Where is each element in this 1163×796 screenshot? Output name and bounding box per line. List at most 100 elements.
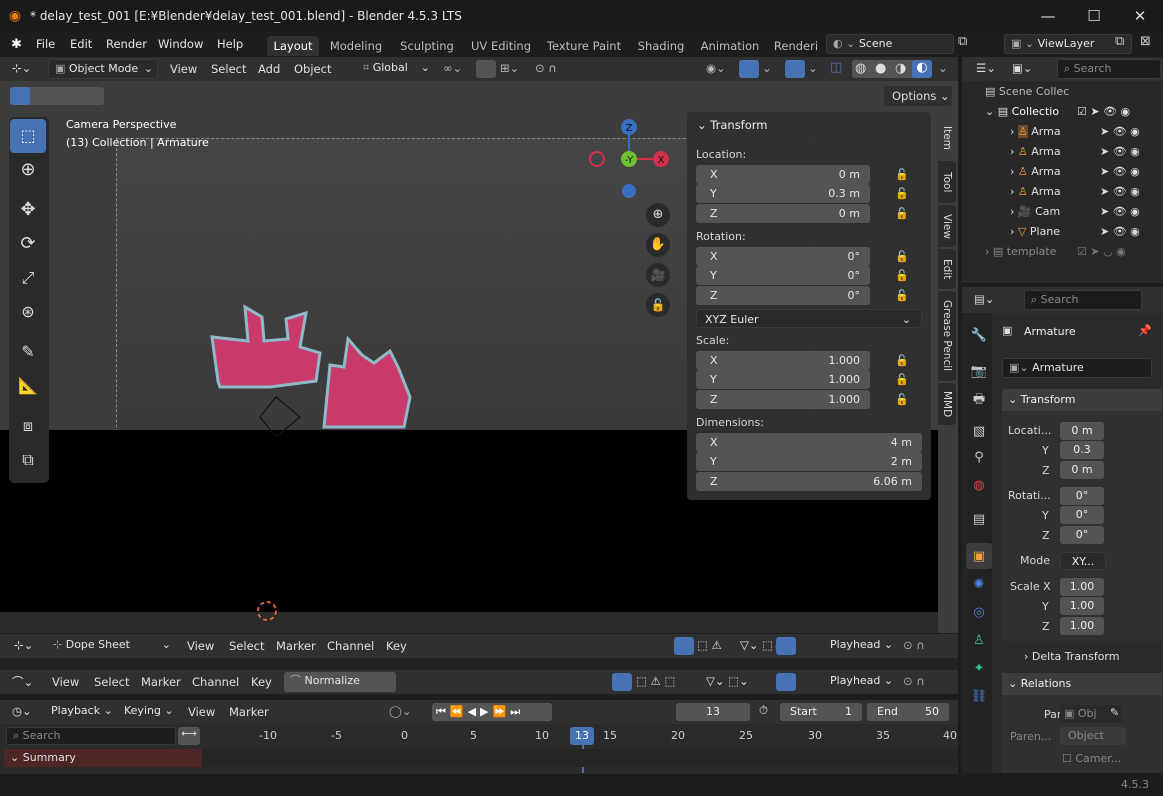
timeline-menu-view[interactable]: View [188,705,215,719]
parent-type-select[interactable]: Object [1060,727,1126,745]
object-data-props-icon[interactable]: ♙ [966,627,992,653]
solid-shading-icon[interactable]: ● [875,61,886,76]
prop-rotation-z[interactable]: 0° [1060,526,1104,544]
bone-props-icon[interactable]: ✦ [966,655,992,681]
timeline-search[interactable]: ⌕ Search [6,727,176,745]
prop-location-y[interactable]: 0.3 [1060,441,1104,459]
viewport-menu-select[interactable]: Select [211,62,246,76]
graph-menu-channel[interactable]: Channel [192,675,239,689]
select-new-icon[interactable] [10,87,30,105]
view-layer-props-icon[interactable]: ▧ [966,418,992,444]
scale-x-field[interactable]: X 1.000 [696,351,870,370]
tab-layout[interactable]: Layout [267,36,319,56]
menu-file[interactable]: File [36,37,55,51]
location-y-field[interactable]: Y 0.3 m [696,184,870,203]
viewport-menu-add[interactable]: Add [258,62,280,76]
tab-item[interactable]: Item [938,117,956,159]
dopesheet-menu-key[interactable]: Key [386,639,407,653]
tab-edit[interactable]: Edit [938,249,956,289]
auto-keying-icon[interactable]: ◯⌄ [389,704,412,718]
keying-menu[interactable]: Keying ⌄ [118,702,180,722]
rotation-mode-select[interactable]: XYZ Euler ⌄ [696,309,922,328]
menu-window[interactable]: Window [158,37,203,51]
outliner-item-armature[interactable]: › ♙ Arma ➤ 👁 ◉ [1010,125,1163,145]
swap-icon[interactable]: ⟷ [178,727,200,745]
snap-target-icon[interactable]: ⊞⌄ [500,61,519,75]
view-layer-selector[interactable]: ▣ ⌄ ViewLayer [1004,34,1132,54]
scene-selector[interactable]: ◐ ⌄ Scene [826,34,954,54]
camera-parent-checkbox[interactable]: ☐ Camer... [1062,752,1121,765]
lock-icon[interactable]: 🔓 [895,250,909,263]
delta-transform-header[interactable]: › Delta Transform [1024,650,1119,663]
add-cube-tool-icon[interactable]: ⧈ [10,409,46,443]
overlay-toggle-icon[interactable] [785,60,805,78]
prop-scale-y[interactable]: 1.00 [1060,597,1104,615]
outliner-item-armature[interactable]: › ♙ Arma ➤ 👁 ◉ [1010,165,1163,185]
dopesheet-overlay-icon[interactable] [776,637,796,655]
display-mode-icon[interactable]: ▣⌄ [1012,61,1033,75]
dopesheet-menu-view[interactable]: View [187,639,214,653]
properties-editor-type-icon[interactable]: ▤⌄ [974,292,995,306]
close-button[interactable]: ✕ [1117,7,1163,25]
graph-hidden-icon[interactable]: ⬚ ⚠ ⬚ [636,674,675,688]
tab-modeling[interactable]: Modeling [326,36,386,56]
transform-panel-header[interactable]: ⌄ Transform [697,118,768,132]
prop-rotation-x[interactable]: 0° [1060,487,1104,505]
dopesheet-menu-select[interactable]: Select [229,639,264,653]
graph-menu-view[interactable]: View [52,675,79,689]
menu-render[interactable]: Render [106,37,147,51]
start-frame-field[interactable]: Start 1 [780,703,862,721]
playback-controls[interactable]: ⏮⏪◀▶⏩⏭ [432,703,552,721]
shading-menu-icon[interactable]: ⌄ [938,61,948,75]
modifier-props-icon[interactable]: ✺ [966,571,992,597]
graph-menu-marker[interactable]: Marker [141,675,181,689]
wireframe-shading-icon[interactable]: ◍ [855,61,866,76]
remove-view-layer-icon[interactable]: ⊠ [1140,34,1158,52]
outliner-item-armature[interactable]: › ♙ Arma ➤ 👁 ◉ [1010,145,1163,165]
outliner-search[interactable]: ⌕ Search [1057,59,1161,79]
outliner-item-plane[interactable]: › ▽ Plane ➤ 👁 ◉ [1010,225,1163,245]
tab-sculpting[interactable]: Sculpting [396,36,458,56]
outliner-template-collection[interactable]: › ▤ template ☑ ➤ ◡ ◉ [985,245,1163,265]
properties-search[interactable]: ⌕ Search [1024,290,1142,310]
object-props-icon[interactable]: ▣ [966,543,992,569]
menu-help[interactable]: Help [217,37,243,51]
viewport-menu-object[interactable]: Object [294,62,331,76]
graph-overlay-icon[interactable] [776,673,796,691]
graph-filter-icon[interactable]: ▽⌄ ⬚⌄ [706,674,749,688]
dimension-y-field[interactable]: Y2 m [696,452,922,471]
location-x-field[interactable]: X0 m [696,165,870,184]
physics-props-icon[interactable]: ◎ [966,599,992,625]
minimize-button[interactable]: — [1025,7,1071,25]
world-props-icon[interactable]: ◍ [966,472,992,498]
dopesheet-area[interactable] [0,658,958,670]
3d-cursor-icon[interactable] [255,599,279,623]
timeline-editor-type-icon[interactable]: ◷⌄ [12,704,32,718]
scale-tool-icon[interactable]: ⤢ [10,261,46,295]
tab-view[interactable]: View [938,205,956,247]
zoom-icon[interactable]: ⊕ [646,203,670,227]
lock-icon[interactable]: 🔓 [895,187,909,200]
prop-location-x[interactable]: 0 m [1060,422,1104,440]
cursor-tool-icon[interactable]: ⊕ [10,153,46,187]
outliner-scene-collection[interactable]: ▤ Scene Collec [985,85,1163,105]
annotate-tool-icon[interactable]: ✎ [10,335,46,369]
tool-props-icon[interactable]: 🔧 [966,322,992,348]
lock-icon[interactable]: 🔓 [895,269,909,282]
visibility-icon[interactable]: ◉⌄ [706,61,726,75]
graph-proportional-icon[interactable]: ⊙ ∩ [903,674,925,688]
dimension-z-field[interactable]: Z 6.06 m [696,472,922,491]
lock-camera-icon[interactable]: 🔓 [646,293,670,317]
tab-grease-pencil[interactable]: Grease Pencil [938,291,956,381]
preview-range-icon[interactable]: ⏱ [759,703,768,718]
proportional-edit-icon[interactable]: ⊙ ∩ [535,61,557,75]
gizmo-menu-icon[interactable]: ⌄ [762,61,772,75]
tab-mmd[interactable]: MMD [938,383,956,425]
only-selected-icon[interactable] [674,637,694,655]
snap-icon[interactable] [476,60,496,78]
outliner-item-camera[interactable]: › 🎥 Cam ➤ 👁 ◉ [1010,205,1163,225]
add-object-tool-icon[interactable]: ⧉ [10,443,46,477]
graph-only-selected-icon[interactable] [612,673,632,691]
viewport-menu-view[interactable]: View [170,62,197,76]
tab-animation[interactable]: Animation [698,36,762,56]
